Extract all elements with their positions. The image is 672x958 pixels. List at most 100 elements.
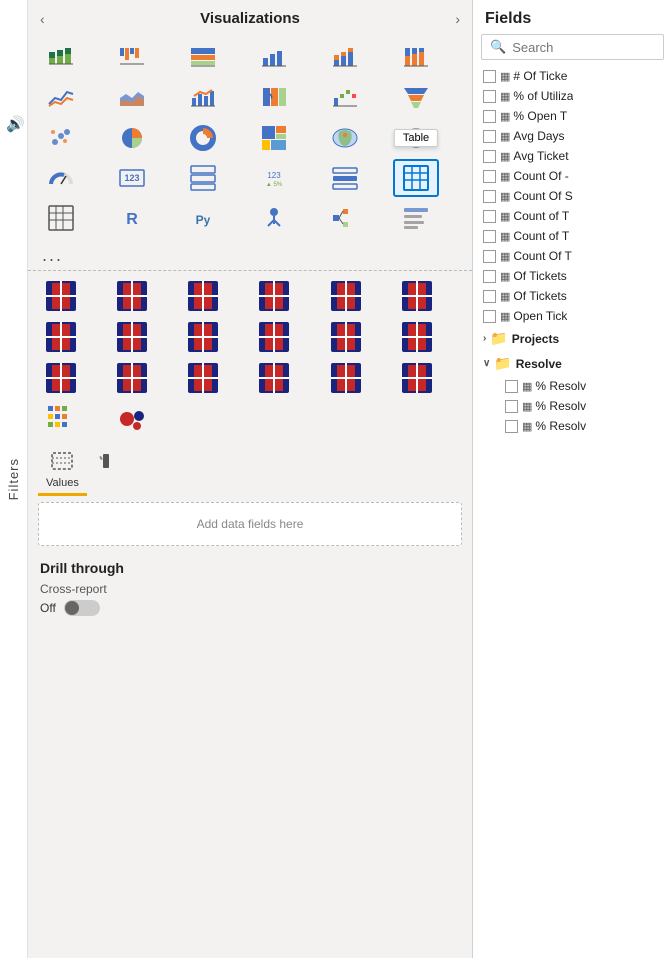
custom-visual-13[interactable] bbox=[38, 359, 84, 397]
field-item-avg-days[interactable]: ▦ Avg Days bbox=[477, 126, 668, 146]
field-item-of-tickets2[interactable]: ▦ Of Tickets bbox=[477, 286, 668, 306]
field-name-2: % of Utiliza bbox=[513, 89, 573, 103]
field-checkbox-r3[interactable] bbox=[505, 420, 518, 433]
custom-visual-15[interactable] bbox=[180, 359, 226, 397]
field-checkbox-6[interactable] bbox=[483, 170, 496, 183]
field-item-count-of-t1[interactable]: ▦ Count of T bbox=[477, 206, 668, 226]
field-item-pct-utilization[interactable]: ▦ % of Utiliza bbox=[477, 86, 668, 106]
viz-waterfall[interactable] bbox=[322, 79, 368, 117]
toggle-off-label: Off bbox=[40, 601, 56, 615]
viz-nav-next[interactable]: › bbox=[455, 11, 460, 27]
viz-slicer[interactable] bbox=[322, 159, 368, 197]
projects-section-header[interactable]: › 📁 Projects bbox=[477, 326, 668, 351]
field-item-count-of-t3[interactable]: ▦ Count Of T bbox=[477, 246, 668, 266]
add-fields-box[interactable]: Add data fields here bbox=[38, 502, 462, 546]
viz-nav-prev[interactable]: ‹ bbox=[40, 11, 45, 27]
custom-visual-14[interactable] bbox=[109, 359, 155, 397]
custom-visual-2[interactable] bbox=[109, 277, 155, 315]
field-name-5: Avg Ticket bbox=[513, 149, 568, 163]
custom-visual-8[interactable] bbox=[109, 318, 155, 356]
field-checkbox-11[interactable] bbox=[483, 270, 496, 283]
viz-stacked-column[interactable] bbox=[322, 39, 368, 77]
viz-card[interactable]: 123 bbox=[109, 159, 155, 197]
field-checkbox-1[interactable] bbox=[483, 70, 496, 83]
custom-visual-4[interactable] bbox=[251, 277, 297, 315]
filters-label[interactable]: Filters bbox=[6, 458, 21, 500]
custom-visual-1[interactable] bbox=[38, 277, 84, 315]
custom-visual-9[interactable] bbox=[180, 318, 226, 356]
field-item-count-of-dash[interactable]: ▦ Count Of - bbox=[477, 166, 668, 186]
field-item-count-of-t2[interactable]: ▦ Count of T bbox=[477, 226, 668, 246]
viz-scatter[interactable] bbox=[38, 119, 84, 157]
field-item-of-tickets1[interactable]: ▦ Of Tickets bbox=[477, 266, 668, 286]
projects-folder-icon: 📁 bbox=[490, 330, 507, 347]
field-checkbox-12[interactable] bbox=[483, 290, 496, 303]
viz-map[interactable] bbox=[322, 119, 368, 157]
custom-visual-12[interactable] bbox=[394, 318, 440, 356]
viz-kpi[interactable]: 123▲ 5% bbox=[251, 159, 297, 197]
custom-visual-16[interactable] bbox=[251, 359, 297, 397]
viz-line-chart[interactable] bbox=[38, 79, 84, 117]
field-item-open-tick[interactable]: ▦ Open Tick bbox=[477, 306, 668, 326]
viz-more-dots[interactable]: ... bbox=[28, 241, 472, 270]
fields-search-box[interactable]: 🔍 bbox=[481, 34, 664, 60]
field-checkbox-r1[interactable] bbox=[505, 380, 518, 393]
custom-visual-5[interactable] bbox=[323, 277, 369, 315]
custom-visual-3[interactable] bbox=[180, 277, 226, 315]
viz-100pct-bar[interactable] bbox=[180, 39, 226, 77]
field-table-icon-9: ▦ bbox=[500, 230, 510, 243]
custom-visual-dots-grid[interactable] bbox=[38, 400, 84, 438]
viz-area-chart[interactable] bbox=[109, 79, 155, 117]
field-checkbox-10[interactable] bbox=[483, 250, 496, 263]
field-item-resolv2[interactable]: ▦ % Resolv bbox=[477, 396, 668, 416]
field-checkbox-4[interactable] bbox=[483, 130, 496, 143]
custom-visual-10[interactable] bbox=[251, 318, 297, 356]
field-checkbox-r2[interactable] bbox=[505, 400, 518, 413]
viz-pie[interactable] bbox=[109, 119, 155, 157]
resolve-section-header[interactable]: ∨ 📁 Resolve bbox=[477, 351, 668, 376]
viz-key-influencers[interactable] bbox=[251, 199, 297, 237]
field-checkbox-8[interactable] bbox=[483, 210, 496, 223]
viz-ribbon-chart[interactable] bbox=[251, 79, 297, 117]
custom-visual-18[interactable] bbox=[394, 359, 440, 397]
resolve-chevron: ∨ bbox=[483, 358, 490, 369]
custom-visual-6[interactable] bbox=[394, 277, 440, 315]
search-input[interactable] bbox=[512, 40, 655, 55]
field-item-count-of-s[interactable]: ▦ Count Of S bbox=[477, 186, 668, 206]
viz-r-script[interactable]: R bbox=[109, 199, 155, 237]
field-item-pct-open[interactable]: ▦ % Open T bbox=[477, 106, 668, 126]
viz-matrix[interactable] bbox=[38, 199, 84, 237]
field-checkbox-3[interactable] bbox=[483, 110, 496, 123]
custom-visual-bubble[interactable] bbox=[109, 400, 155, 438]
viz-line-clustered[interactable] bbox=[180, 79, 226, 117]
viz-stacked-bar[interactable] bbox=[38, 39, 84, 77]
viz-donut[interactable] bbox=[180, 119, 226, 157]
values-tab[interactable]: Values bbox=[38, 448, 87, 496]
viz-multi-row-card[interactable] bbox=[180, 159, 226, 197]
field-checkbox-7[interactable] bbox=[483, 190, 496, 203]
viz-smart-narrative[interactable] bbox=[393, 199, 439, 237]
viz-table[interactable]: Table bbox=[393, 159, 439, 197]
viz-gauge[interactable] bbox=[38, 159, 84, 197]
viz-treemap[interactable] bbox=[251, 119, 297, 157]
field-checkbox-5[interactable] bbox=[483, 150, 496, 163]
viz-clustered-bar[interactable] bbox=[109, 39, 155, 77]
format-tab[interactable] bbox=[87, 448, 125, 496]
viz-funnel[interactable] bbox=[393, 79, 439, 117]
field-item-num-tickets[interactable]: ▦ # Of Ticke bbox=[477, 66, 668, 86]
field-item-avg-ticket[interactable]: ▦ Avg Ticket bbox=[477, 146, 668, 166]
cross-report-toggle[interactable] bbox=[64, 600, 100, 616]
field-checkbox-9[interactable] bbox=[483, 230, 496, 243]
viz-python[interactable]: Py bbox=[180, 199, 226, 237]
field-name-9: Count of T bbox=[513, 229, 569, 243]
custom-visual-7[interactable] bbox=[38, 318, 84, 356]
custom-visual-17[interactable] bbox=[323, 359, 369, 397]
field-checkbox-13[interactable] bbox=[483, 310, 496, 323]
viz-column-chart[interactable] bbox=[251, 39, 297, 77]
field-item-resolv3[interactable]: ▦ % Resolv bbox=[477, 416, 668, 436]
viz-decomp-tree[interactable] bbox=[322, 199, 368, 237]
custom-visual-11[interactable] bbox=[323, 318, 369, 356]
field-checkbox-2[interactable] bbox=[483, 90, 496, 103]
viz-100pct-column[interactable] bbox=[393, 39, 439, 77]
field-item-resolv1[interactable]: ▦ % Resolv bbox=[477, 376, 668, 396]
